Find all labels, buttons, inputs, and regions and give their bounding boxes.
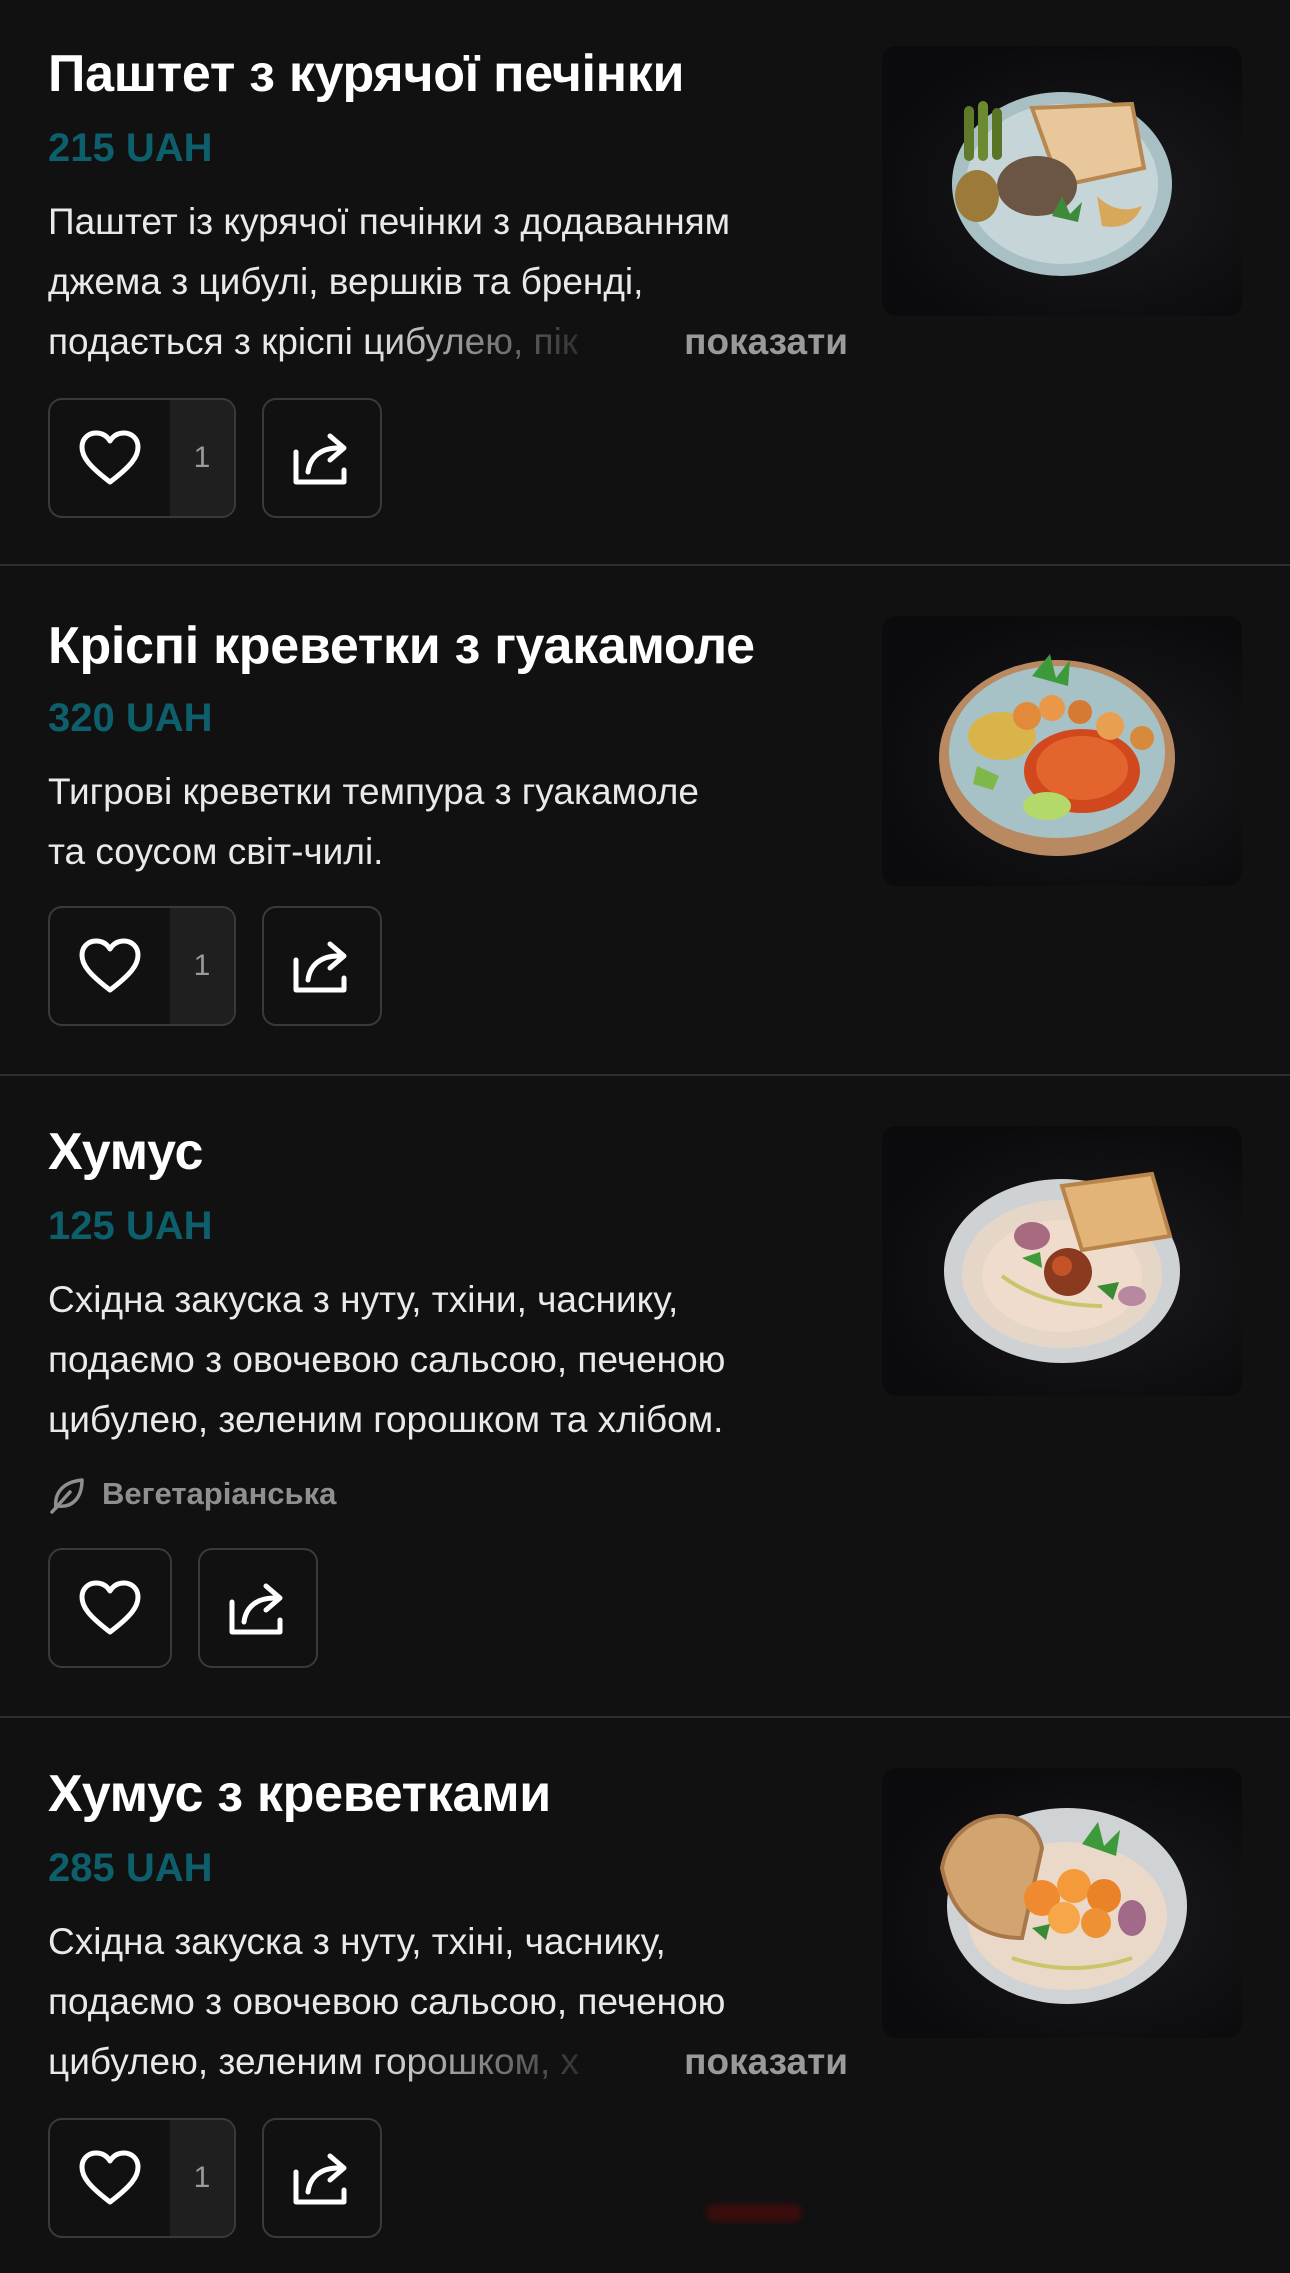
menu-item[interactable]: Паштет з курячої печінки 215 UAH Паштет … [0,0,1290,566]
share-icon [293,433,347,485]
leaf-icon [50,1478,84,1514]
menu-item[interactable]: Кріспі креветки з гуакамоле 320 UAH Тигр… [0,566,1290,1076]
dish-title: Кріспі креветки з гуакамоле [48,617,755,675]
description-line: Тигрові креветки темпура з гуакамоле [48,771,699,812]
like-button[interactable] [50,400,170,516]
dish-title: Хумус [48,1123,204,1181]
like-group[interactable]: 1 [48,906,236,1026]
like-button[interactable] [50,1550,170,1666]
description-line-truncated: цибулею, зеленим горошком, х показати [48,2032,848,2092]
dish-image[interactable] [882,616,1242,886]
dish-description: Східна закуска з нуту, тхіні, часнику, п… [48,1912,848,2092]
description-line: подаємо з овочевою сальсою, печеною [48,1339,726,1380]
description-line: подаємо з овочевою сальсою, печеною [48,1981,726,2022]
dish-description: Східна закуска з нуту, тхіни, часнику, п… [48,1270,848,1450]
description-line: та соусом світ-чилі. [48,831,384,872]
scroll-indicator [706,2204,802,2222]
share-icon [293,2153,347,2205]
like-count: 1 [170,2120,234,2236]
like-count: 1 [170,400,234,516]
dish-description: Паштет із курячої печінки з додаванням д… [48,192,848,372]
like-group[interactable] [48,1548,172,1668]
like-button[interactable] [50,2120,170,2236]
dish-price: 285 UAH [48,1846,213,1890]
vegetarian-tag: Вегетаріанська [48,1474,336,1514]
dish-price: 320 UAH [48,696,213,740]
share-button[interactable] [262,906,382,1026]
share-button[interactable] [262,398,382,518]
dish-description: Тигрові креветки темпура з гуакамоле та … [48,762,848,882]
heart-icon [79,1580,141,1635]
like-button[interactable] [50,908,170,1024]
tag-label: Вегетаріанська [102,1476,337,1511]
description-line: Східна закуска з нуту, тхіни, часнику, [48,1279,679,1320]
share-button[interactable] [198,1548,318,1668]
heart-icon [79,430,141,485]
like-group[interactable]: 1 [48,2118,236,2238]
description-truncated-text: цибулею, зеленим горошком, х [48,2041,580,2082]
description-line: Східна закуска з нуту, тхіні, часнику, [48,1921,666,1962]
description-line-truncated: подається з кріспі цибулею, пік показати [48,312,848,372]
dish-price: 125 UAH [48,1204,213,1248]
share-icon [293,941,347,993]
show-more-link[interactable]: показати [674,2032,848,2092]
menu-item[interactable]: Хумус 125 UAH Східна закуска з нуту, тхі… [0,1076,1290,1716]
dish-image[interactable] [882,1126,1242,1396]
share-icon [229,1583,283,1635]
dish-title: Паштет з курячої печінки [48,45,685,103]
dish-price: 215 UAH [48,126,213,170]
show-more-link[interactable]: показати [674,312,848,372]
description-line: Паштет із курячої печінки з додаванням [48,201,731,242]
description-line: цибулею, зеленим горошком та хлібом. [48,1399,724,1440]
like-count: 1 [170,908,234,1024]
description-truncated-text: подається з кріспі цибулею, пік [48,321,578,362]
like-group[interactable]: 1 [48,398,236,518]
heart-icon [79,938,141,993]
dish-title: Хумус з креветками [48,1765,551,1823]
menu-item[interactable]: Хумус з креветками 285 UAH Східна закуск… [0,1718,1290,2273]
dish-image[interactable] [882,1768,1242,2038]
heart-icon [79,2150,141,2205]
dish-image[interactable] [882,46,1242,316]
description-line: джема з цибулі, вершків та бренді, [48,261,644,302]
share-button[interactable] [262,2118,382,2238]
